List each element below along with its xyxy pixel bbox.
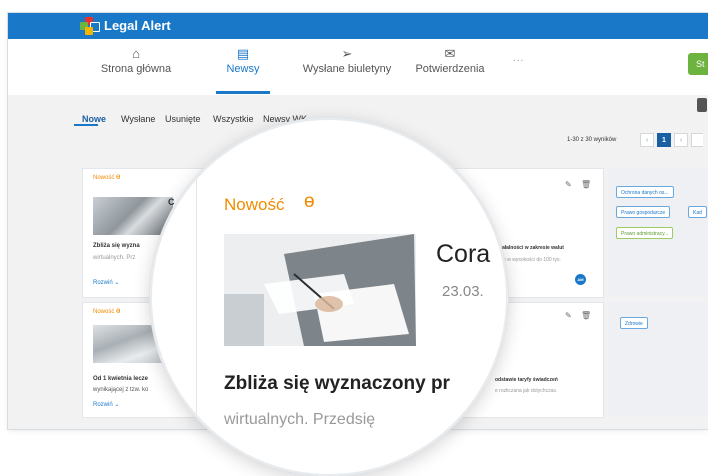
nav-confirmations-label: Potwierdzenia xyxy=(415,63,485,75)
action-button[interactable]: St xyxy=(688,53,708,75)
pager-summary: 1-30 z 30 wyników xyxy=(567,137,617,143)
avatar: AM xyxy=(575,274,586,285)
edit-icon[interactable]: ✎ xyxy=(565,180,572,189)
top-bar: Legal Alert xyxy=(8,13,708,39)
flame-icon: ɵ xyxy=(116,172,121,181)
tag-chip[interactable]: Prawo gospodarcze xyxy=(616,206,671,218)
pager-prev[interactable]: ‹ xyxy=(640,133,654,147)
logo-icon xyxy=(80,17,100,35)
delete-icon[interactable]: 🗑 xyxy=(581,311,591,320)
toolbar-button[interactable] xyxy=(697,98,707,112)
tag-chip[interactable]: Ochrona danych os... xyxy=(616,186,674,198)
expand-link[interactable]: Rozwiń ⌄ xyxy=(93,279,119,286)
chevron-down-icon: ⌄ xyxy=(114,402,120,408)
pager-last[interactable] xyxy=(691,133,703,147)
nav-sent-label: Wysłane biuletyny xyxy=(302,63,392,75)
tag-panel: Ochrona danych os... Prawo gospodarcze K… xyxy=(608,168,708,296)
new-label: Nowość xyxy=(93,175,115,181)
pager-page-current[interactable]: 1 xyxy=(657,133,671,147)
tag-chip[interactable]: Prawo administracy... xyxy=(616,227,674,239)
nav-newsy[interactable]: ▤ Newsy xyxy=(220,45,266,75)
nav-home[interactable]: ⌂ Strona główna xyxy=(100,45,172,75)
nav-newsy-label: Newsy xyxy=(226,63,260,75)
tag-panel: Zdrowie xyxy=(608,302,708,416)
edit-icon[interactable]: ✎ xyxy=(565,311,572,320)
nav-confirmations[interactable]: ✉ Potwierdzenia xyxy=(412,45,488,75)
card-line-1: Zbliża się wyzna xyxy=(93,243,140,249)
expand-link-label: Rozwiń xyxy=(93,280,113,286)
app-title: Legal Alert xyxy=(104,18,171,33)
more-menu[interactable]: ... xyxy=(513,53,524,64)
card-line-1: Od 1 kwietnia lecze xyxy=(93,376,149,382)
nav-home-label: Strona główna xyxy=(100,63,172,75)
pager-next[interactable]: › xyxy=(674,133,688,147)
expand-link[interactable]: Rozwiń ⌄ xyxy=(93,401,119,408)
card-line-2: wirtualnych. Prz xyxy=(93,255,136,261)
logo-yellow-petal xyxy=(85,27,93,35)
chevron-down-icon: ⌄ xyxy=(114,280,120,286)
new-label: Nowość xyxy=(93,309,115,315)
tag-chip[interactable]: Kad xyxy=(688,206,707,218)
subtab-nowe[interactable]: Nowe xyxy=(82,114,106,124)
nav-sent[interactable]: ➢ Wysłane biuletyny xyxy=(298,45,396,75)
news-icon: ▤ xyxy=(236,46,250,61)
home-icon: ⌂ xyxy=(132,46,140,61)
delete-icon[interactable]: 🗑 xyxy=(581,180,591,189)
card-line-2: wynikającej z tzw. ko xyxy=(93,387,149,393)
magnifier-lens: Nowość ɵ Cora 23.03. Zbliża się wyznaczo… xyxy=(150,118,508,476)
tag-chip[interactable]: Zdrowie xyxy=(620,317,648,329)
flame-icon: ɵ xyxy=(116,306,121,315)
main-nav: ⌂ Strona główna ▤ Newsy ➢ Wysłane biulet… xyxy=(8,39,708,96)
nav-active-underline xyxy=(216,91,270,94)
expand-link-label: Rozwiń xyxy=(93,402,113,408)
confirm-icon: ✉ xyxy=(444,46,456,61)
lens-rim xyxy=(150,118,508,476)
subtab-active-underline xyxy=(74,124,98,126)
send-icon: ➢ xyxy=(341,46,353,61)
